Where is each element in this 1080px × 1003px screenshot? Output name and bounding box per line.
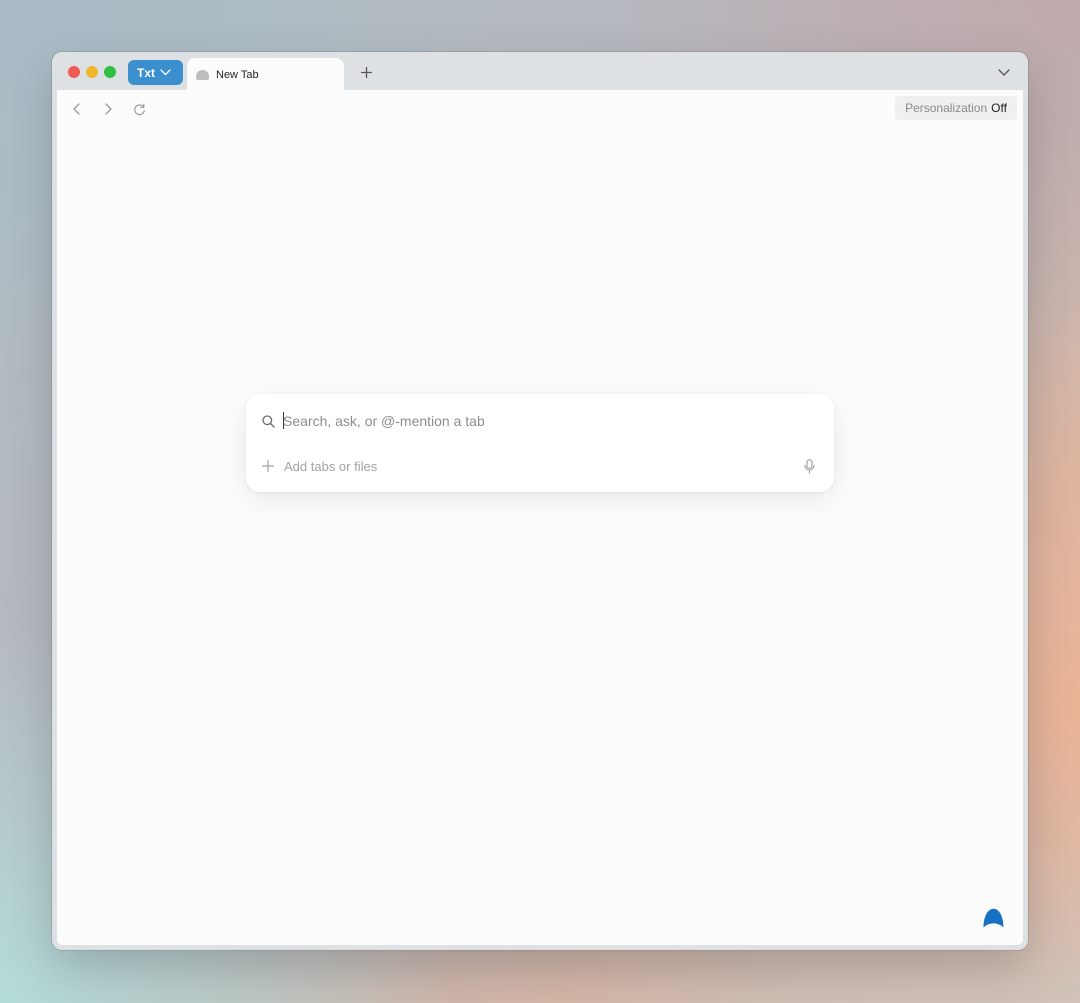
favicon-icon: [196, 70, 209, 80]
chevron-down-icon: [160, 69, 171, 76]
browser-window: Txt New Tab Personalization Off Search, …: [52, 52, 1028, 950]
search-input[interactable]: [283, 410, 803, 432]
personalization-state: Off: [991, 101, 1007, 115]
personalization-toggle[interactable]: Personalization Off: [895, 96, 1017, 120]
text-caret: [283, 412, 284, 429]
reload-icon: [133, 103, 145, 115]
microphone-icon: [803, 458, 815, 474]
add-tabs-label: Add tabs or files: [284, 458, 378, 474]
close-window-button[interactable]: [68, 66, 80, 78]
plus-icon: [261, 459, 275, 473]
forward-button[interactable]: [100, 101, 116, 117]
tab-overview-button[interactable]: [996, 64, 1012, 80]
tab-label: New Tab: [216, 68, 259, 81]
search-icon: [261, 414, 275, 428]
maximize-window-button[interactable]: [104, 66, 116, 78]
space-switcher-button[interactable]: Txt: [128, 60, 183, 85]
tab-new-tab[interactable]: New Tab: [187, 58, 344, 91]
reload-button[interactable]: [131, 101, 147, 117]
assistant-icon[interactable]: [983, 908, 1004, 929]
page-content: Personalization Off Add tabs or files: [57, 90, 1023, 945]
chevron-right-icon: [104, 103, 112, 115]
plus-icon: [360, 66, 372, 78]
voice-input-button[interactable]: [802, 458, 816, 474]
search-box: Add tabs or files: [246, 394, 834, 492]
minimize-window-button[interactable]: [86, 66, 98, 78]
back-button[interactable]: [68, 101, 84, 117]
title-bar: Txt New Tab: [52, 52, 1028, 91]
add-tabs-or-files-button[interactable]: Add tabs or files: [261, 457, 377, 475]
chevron-down-icon: [998, 68, 1010, 76]
new-tab-button[interactable]: [357, 63, 375, 81]
space-label: Txt: [137, 65, 155, 80]
personalization-label: Personalization: [905, 101, 988, 115]
chevron-left-icon: [72, 103, 80, 115]
